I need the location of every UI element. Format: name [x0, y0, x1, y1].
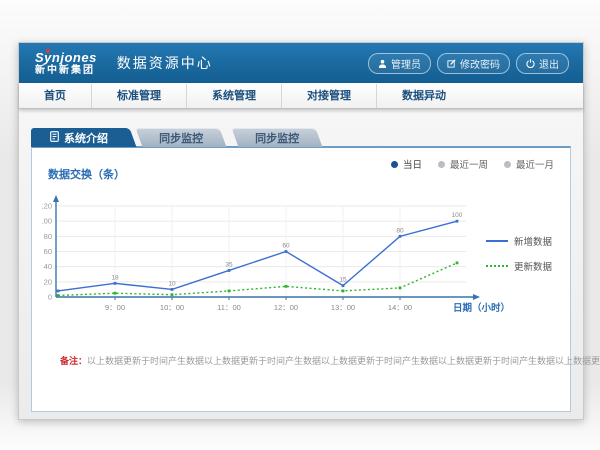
radio-label: 最近一周 — [450, 157, 488, 171]
svg-text:13：00: 13：00 — [331, 303, 355, 312]
header-actions: 管理员 修改密码 退出 — [368, 53, 569, 74]
dotted-line-icon — [486, 265, 508, 267]
nav-item-data-changes[interactable]: 数据异动 — [376, 84, 471, 108]
svg-text:100: 100 — [42, 217, 52, 226]
content-area: 系统介绍 同步监控 同步监控 数据交换（条） 当日 — [19, 108, 583, 419]
radio-last-week[interactable]: 最近一周 — [438, 157, 488, 171]
chart-y-axis-title: 数据交换（条） — [48, 166, 125, 182]
svg-text:10：00: 10：00 — [160, 303, 184, 312]
logo-text: Synjones — [35, 51, 97, 64]
logout-label: 退出 — [539, 56, 559, 71]
radio-today[interactable]: 当日 — [391, 157, 422, 171]
svg-text:11：00: 11：00 — [217, 303, 241, 312]
company-logo: Synjones 新中新集团 — [35, 51, 97, 76]
app-header: Synjones 新中新集团 数据资源中心 管理员 修改密码 — [19, 43, 583, 83]
change-password-button[interactable]: 修改密码 — [437, 53, 510, 74]
radio-icon — [391, 161, 398, 168]
svg-text:80: 80 — [396, 227, 404, 234]
app-window: Synjones 新中新集团 数据资源中心 管理员 修改密码 — [18, 42, 584, 420]
tab-bar: 系统介绍 同步监控 同步监控 — [31, 128, 319, 147]
user-icon — [378, 59, 387, 68]
svg-text:60: 60 — [44, 247, 52, 256]
svg-text:14：00: 14：00 — [388, 303, 412, 312]
svg-text:9：00: 9：00 — [105, 303, 125, 312]
edit-icon — [447, 59, 456, 68]
line-chart: 0 20 40 60 80 100 120 9：00 10：00 11：00 12：00 13：00 1… — [42, 192, 512, 316]
svg-text:20: 20 — [44, 277, 52, 286]
page-title: 数据资源中心 — [117, 53, 213, 73]
legend-item-updated-data: 更新数据 — [486, 259, 558, 273]
svg-text:35: 35 — [225, 261, 233, 268]
svg-text:15: 15 — [339, 277, 347, 284]
radio-label: 最近一月 — [516, 157, 554, 171]
tab-label: 同步监控 — [159, 130, 203, 146]
tab-sync-monitor-1[interactable]: 同步监控 — [136, 128, 227, 147]
power-icon — [526, 59, 535, 68]
svg-text:100: 100 — [452, 212, 463, 219]
svg-text:60: 60 — [282, 243, 290, 250]
logo-subtext: 新中新集团 — [35, 66, 97, 76]
svg-text:120: 120 — [42, 202, 52, 211]
svg-text:40: 40 — [44, 262, 52, 271]
svg-text:12：00: 12：00 — [274, 303, 298, 312]
desktop-background: Synjones 新中新集团 数据资源中心 管理员 修改密码 — [0, 0, 600, 450]
legend-item-new-data: 新增数据 — [486, 234, 558, 248]
logo-accent-dot — [46, 49, 50, 53]
chart-legend: 新增数据 更新数据 — [486, 234, 558, 273]
radio-label: 当日 — [403, 157, 422, 171]
chart-panel: 数据交换（条） 当日 最近一周 最近一月 0204060801 — [31, 146, 571, 412]
tab-system-intro[interactable]: 系统介绍 — [31, 128, 127, 147]
tab-label: 系统介绍 — [64, 130, 108, 146]
tab-label: 同步监控 — [255, 130, 299, 146]
nav-item-docking-management[interactable]: 对接管理 — [281, 84, 376, 108]
footnote: 备注：以上数据更新于时间产生数据以上数据更新于时间产生数据以上数据更新于时间产生… — [60, 354, 600, 367]
svg-text:80: 80 — [44, 232, 52, 241]
nav-item-system-management[interactable]: 系统管理 — [186, 84, 281, 108]
user-button[interactable]: 管理员 — [368, 53, 431, 74]
nav-item-standard-management[interactable]: 标准管理 — [91, 84, 186, 108]
legend-label: 更新数据 — [514, 259, 552, 273]
svg-text:0: 0 — [48, 293, 52, 302]
svg-text:18: 18 — [111, 274, 119, 281]
radio-icon — [504, 161, 511, 168]
svg-text:10: 10 — [168, 280, 176, 287]
change-password-label: 修改密码 — [460, 56, 500, 71]
user-button-label: 管理员 — [391, 56, 421, 71]
radio-icon — [438, 161, 445, 168]
main-nav: 首页 标准管理 系统管理 对接管理 数据异动 — [19, 83, 583, 109]
svg-text:日期（小时）: 日期（小时） — [453, 302, 510, 314]
time-range-radio-group: 当日 最近一周 最近一月 — [391, 157, 554, 171]
legend-label: 新增数据 — [514, 234, 552, 248]
solid-line-icon — [486, 240, 508, 242]
tab-sync-monitor-2[interactable]: 同步监控 — [232, 128, 323, 147]
logout-button[interactable]: 退出 — [516, 53, 569, 74]
radio-last-month[interactable]: 最近一月 — [504, 157, 554, 171]
nav-item-home[interactable]: 首页 — [19, 84, 91, 108]
footnote-text: 以上数据更新于时间产生数据以上数据更新于时间产生数据以上数据更新于时间产生数据以… — [87, 356, 600, 366]
footnote-label: 备注： — [60, 356, 87, 366]
document-icon — [50, 131, 59, 145]
